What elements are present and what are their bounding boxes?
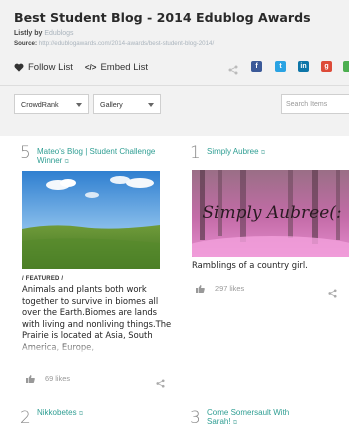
thumbs-up-icon bbox=[196, 284, 205, 293]
image-script-text: Simply Aubree(: bbox=[202, 203, 341, 223]
search-placeholder: Search Items bbox=[286, 100, 328, 108]
header-divider bbox=[0, 85, 349, 86]
view-select-value: Gallery bbox=[100, 99, 123, 109]
share-icon[interactable] bbox=[228, 62, 238, 80]
source-prefix: Source: bbox=[14, 40, 38, 47]
likes-count: 297 likes bbox=[215, 284, 245, 293]
thumbs-up-icon bbox=[26, 374, 35, 383]
item-image[interactable] bbox=[22, 171, 160, 269]
list-item-card: 5 Mateo's Blog | Student Challenge Winne… bbox=[12, 143, 171, 395]
sort-select-value: CrowdRank bbox=[21, 99, 59, 109]
listby-line: Listly by Edublogs bbox=[14, 30, 74, 37]
source-line: Source: http://edublogawards.com/2014-aw… bbox=[14, 40, 214, 47]
follow-list-button[interactable]: Follow List bbox=[28, 62, 73, 73]
page-title: Best Student Blog - 2014 Edublog Awards bbox=[14, 10, 311, 25]
list-item-card: 3 Come Somersault With Sarah! ⧉ bbox=[180, 402, 349, 431]
share-icon[interactable] bbox=[156, 375, 165, 393]
external-link-icon: ⧉ bbox=[232, 420, 238, 426]
listby-prefix: Listly by bbox=[14, 30, 43, 37]
featured-label: / FEATURED / bbox=[22, 276, 64, 282]
facebook-icon[interactable]: f bbox=[251, 61, 262, 72]
list-item-card: 2 Nikkobetes ⧉ bbox=[12, 402, 170, 431]
external-link-icon: ⧉ bbox=[78, 411, 84, 417]
item-title-link[interactable]: Simply Aubree ⧉ bbox=[207, 147, 337, 158]
embed-list-button[interactable]: Embed List bbox=[100, 62, 148, 73]
item-rank: 3 bbox=[190, 408, 201, 428]
description-fade bbox=[22, 341, 170, 355]
item-title-link[interactable]: Nikkobetes ⧉ bbox=[37, 408, 163, 419]
list-actions: Follow List </> Embed List bbox=[14, 61, 148, 73]
item-title-link[interactable]: Mateo's Blog | Student Challenge Winner … bbox=[37, 147, 163, 167]
item-rank: 2 bbox=[20, 408, 31, 428]
chevron-down-icon bbox=[76, 103, 82, 107]
item-description: Ramblings of a country girl. bbox=[192, 260, 308, 270]
list-item-card: 1 Simply Aubree ⧉ Simply Aubree(: Rambli… bbox=[180, 143, 349, 308]
list-header: Best Student Blog - 2014 Edublog Awards … bbox=[0, 0, 349, 136]
item-rank: 5 bbox=[20, 143, 31, 163]
external-link-icon: ⧉ bbox=[64, 159, 69, 165]
item-likes[interactable]: 69 likes bbox=[26, 374, 70, 383]
share-icon[interactable] bbox=[328, 285, 337, 303]
code-icon: </> bbox=[84, 62, 97, 72]
author-link[interactable]: Edublogs bbox=[44, 30, 73, 37]
chevron-down-icon bbox=[148, 103, 154, 107]
heart-icon bbox=[14, 63, 24, 72]
sort-select[interactable]: CrowdRank bbox=[14, 94, 89, 114]
google-plus-icon[interactable]: g bbox=[321, 61, 332, 72]
linkedin-icon[interactable]: in bbox=[298, 61, 309, 72]
external-link-icon: ⧉ bbox=[260, 150, 266, 156]
search-input[interactable]: Search Items bbox=[281, 94, 349, 114]
more-share-icon[interactable] bbox=[343, 61, 349, 72]
source-link[interactable]: http://edublogawards.com/2014-awards/bes… bbox=[39, 40, 214, 47]
twitter-icon[interactable]: t bbox=[275, 61, 286, 72]
item-likes[interactable]: 297 likes bbox=[196, 284, 244, 293]
likes-count: 69 likes bbox=[45, 374, 71, 383]
view-select[interactable]: Gallery bbox=[93, 94, 161, 114]
item-image[interactable]: Simply Aubree(: bbox=[192, 170, 349, 257]
item-rank: 1 bbox=[190, 143, 201, 163]
item-title-link[interactable]: Come Somersault With Sarah! ⧉ bbox=[207, 408, 315, 428]
